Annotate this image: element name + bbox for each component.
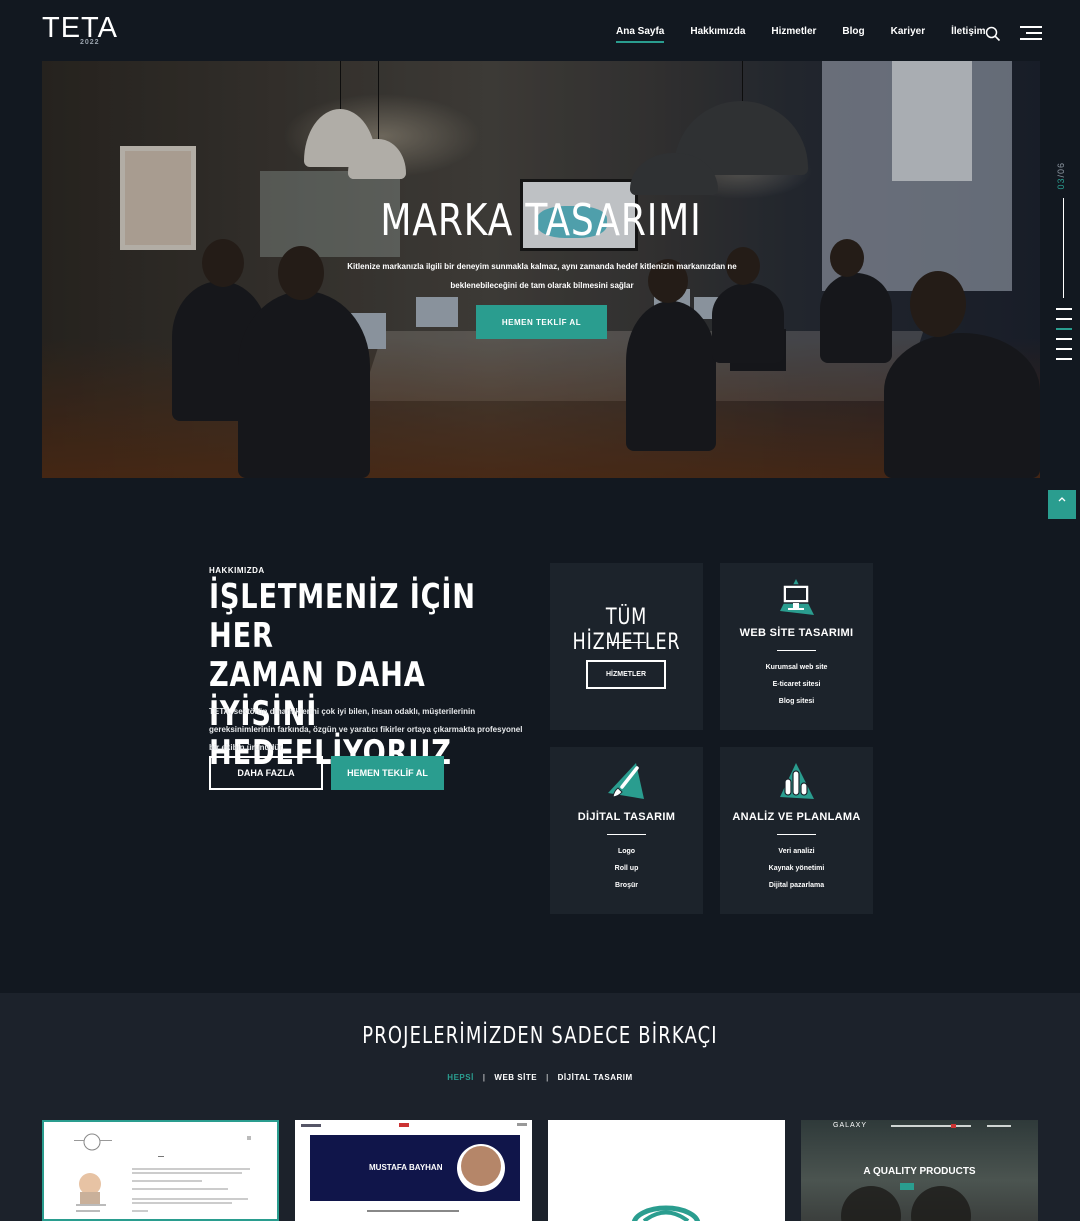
globe-icon (631, 1205, 701, 1221)
filter-all[interactable]: HEPSİ (447, 1073, 474, 1082)
web-design-list: Kurumsal web site E-ticaret sitesi Blog … (720, 659, 873, 710)
hero-banner: MARKA TASARIMI Kitlenize markanızla ilgi… (42, 61, 1040, 478)
slide-dot[interactable] (1056, 358, 1072, 360)
bar-chart-icon (780, 763, 814, 799)
list-item: Blog sitesi (778, 698, 815, 705)
analysis-list: Veri analizi Kaynak yönetimi Dijital paz… (720, 843, 873, 894)
slide-total: /06 (1056, 162, 1066, 178)
slide-dot[interactable] (1056, 338, 1072, 340)
nav-item-services[interactable]: Hizmetler (771, 26, 816, 43)
thumb-brand: GALAXY (833, 1122, 868, 1129)
slide-dot[interactable] (1056, 318, 1072, 320)
hero-offer-button[interactable]: HEMEN TEKLİF AL (476, 305, 607, 339)
nav-item-about[interactable]: Hakkımızda (690, 26, 745, 43)
card-all-services: TÜM HİZMETLER HİZMETLER (550, 563, 703, 730)
project-filters: HEPSİ | WEB SİTE | DİJİTAL TASARIM (447, 1073, 633, 1082)
projects-section: PROJELERİMİZDEN SADECE BİRKAÇI HEPSİ | WEB… (0, 993, 1080, 1221)
analysis-title: ANALİZ VE PLANLAMA (732, 811, 861, 823)
nav-item-contact[interactable]: İletişim (951, 26, 985, 43)
slide-counter: 03/06 (1056, 162, 1066, 190)
filter-digital[interactable]: DİJİTAL TASARIM (558, 1073, 633, 1082)
nav-item-blog[interactable]: Blog (842, 26, 864, 43)
slide-dot[interactable] (1056, 348, 1072, 350)
chevron-up-icon (1058, 497, 1066, 502)
project-preview (74, 1133, 251, 1212)
hamburger-menu-icon[interactable] (1020, 26, 1042, 42)
digital-design-list: Logo Roll up Broşür (550, 843, 703, 894)
thumb-person-name: MUSTAFA BAYHAN (369, 1163, 443, 1172)
offer-button[interactable]: HEMEN TEKLİF AL (331, 756, 444, 790)
list-item: Broşür (615, 882, 638, 889)
project-thumb[interactable]: MUSTAFA BAYHAN (295, 1120, 532, 1221)
hero-subtitle: Kitlenize markanızla ilgili bir deneyim … (347, 262, 737, 290)
thumb-heading: A QUALITY PRODUCTS (863, 1166, 976, 1177)
slide-dot[interactable] (1056, 308, 1072, 310)
list-item: Veri analizi (778, 848, 815, 855)
project-thumb[interactable]: GALAXY A QUALITY PRODUCTS (801, 1120, 1038, 1221)
card-divider (607, 642, 646, 643)
nav-item-home[interactable]: Ana Sayfa (616, 26, 665, 43)
about-eyebrow: HAKKIMIZDA (209, 566, 265, 575)
all-services-title: TÜM HİZMETLER (572, 605, 681, 655)
card-divider (777, 834, 816, 835)
about-text: TETA, sektörün dinamiklerini çok iyi bil… (209, 707, 523, 752)
list-item: Logo (617, 848, 636, 855)
monitor-icon (780, 579, 814, 615)
site-logo[interactable]: TETA 2022 (42, 14, 142, 48)
services-button[interactable]: HİZMETLER (586, 660, 666, 689)
nav-item-career[interactable]: Kariyer (891, 26, 925, 43)
list-item: E-ticaret sitesi (772, 681, 821, 688)
list-item: Roll up (614, 865, 639, 872)
scroll-top-button[interactable] (1048, 490, 1076, 519)
site-header: TETA 2022 Ana Sayfa Hakkımızda Hizmetler… (0, 0, 1080, 62)
search-icon[interactable] (985, 26, 1001, 42)
card-analysis[interactable]: ANALİZ VE PLANLAMA Veri analizi Kaynak y… (720, 747, 873, 914)
list-item: Kurumsal web site (765, 664, 828, 671)
filter-website[interactable]: WEB SİTE (494, 1073, 537, 1082)
card-web-design[interactable]: WEB SİTE TASARIMI Kurumsal web site E-ti… (720, 563, 873, 730)
digital-design-title: DİJİTAL TASARIM (577, 811, 676, 823)
paintbrush-icon (608, 763, 644, 799)
list-item: Kaynak yönetimi (768, 865, 825, 872)
slide-current: 03 (1056, 177, 1066, 190)
card-digital-design[interactable]: DİJİTAL TASARIM Logo Roll up Broşür (550, 747, 703, 914)
main-nav: Ana Sayfa Hakkımızda Hizmetler Blog Kari… (616, 26, 1012, 43)
projects-title: PROJELERİMİZDEN SADECE BİRKAÇI (362, 1023, 718, 1049)
project-thumb[interactable] (42, 1120, 279, 1221)
slide-progress-line (1063, 198, 1064, 298)
card-divider (777, 650, 816, 651)
hero-title: MARKA TASARIMI (380, 195, 702, 246)
more-button[interactable]: DAHA FAZLA (209, 756, 323, 790)
project-thumb[interactable] (548, 1120, 785, 1221)
about-title-line: İŞLETMENİZ İÇİN HER (209, 577, 476, 656)
list-item: Dijital pazarlama (768, 882, 825, 889)
slide-dot-active[interactable] (1056, 328, 1072, 330)
logo-text: TETA (42, 12, 118, 44)
logo-year: 2022 (80, 39, 100, 46)
card-divider (607, 834, 646, 835)
web-design-title: WEB SİTE TASARIMI (739, 627, 854, 639)
